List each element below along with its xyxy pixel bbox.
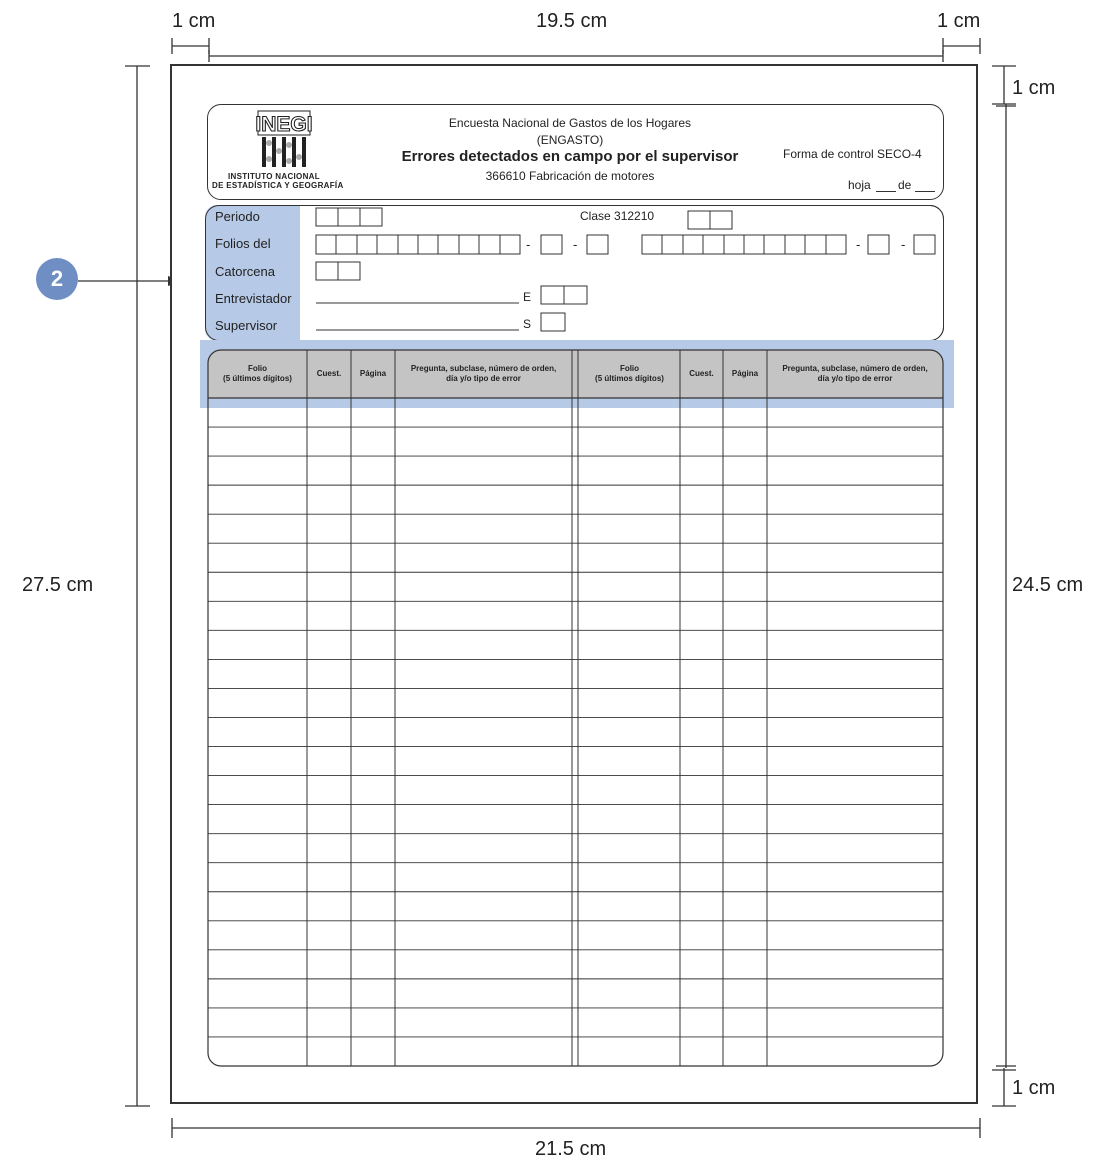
table-row[interactable]: [208, 747, 943, 776]
table-row[interactable]: [208, 601, 943, 630]
table-row[interactable]: [208, 805, 943, 834]
dim-bottom-margin: 1 cm: [1012, 1077, 1056, 1099]
th-cuest-right: Cuest.: [689, 369, 714, 378]
dim-page-width: 21.5 cm: [535, 1138, 607, 1160]
table-row[interactable]: [208, 834, 943, 863]
th-pagina-left: Página: [359, 369, 387, 378]
table-row[interactable]: [208, 514, 943, 543]
table-row[interactable]: [208, 688, 943, 717]
table-row[interactable]: [208, 921, 943, 950]
table-row[interactable]: [208, 863, 943, 892]
table-row[interactable]: [208, 892, 943, 921]
table-row[interactable]: [208, 485, 943, 514]
th-cuest-left: Cuest.: [316, 369, 342, 378]
table-row[interactable]: [208, 1037, 943, 1066]
table-row[interactable]: [208, 717, 943, 746]
th-pregunta-right: Pregunta, subclase, número de orden, día …: [782, 364, 928, 383]
table-row[interactable]: [208, 427, 943, 456]
th-folio-right: Folio (5 últimos dígitos): [595, 364, 664, 383]
th-pagina-right: Página: [731, 369, 759, 378]
table-row[interactable]: [208, 659, 943, 688]
table-row[interactable]: [208, 572, 943, 601]
table-row[interactable]: [208, 456, 943, 485]
table-row[interactable]: [208, 979, 943, 1008]
table-row[interactable]: [208, 950, 943, 979]
table-row[interactable]: [208, 630, 943, 659]
th-pregunta-left: Pregunta, subclase, número de orden, día …: [410, 364, 557, 383]
table-row[interactable]: [208, 1008, 943, 1037]
table-row[interactable]: [208, 776, 943, 805]
th-folio-left: Folio (5 últimos dígitos): [223, 364, 292, 383]
table-row[interactable]: [208, 398, 943, 427]
table-row[interactable]: [208, 543, 943, 572]
